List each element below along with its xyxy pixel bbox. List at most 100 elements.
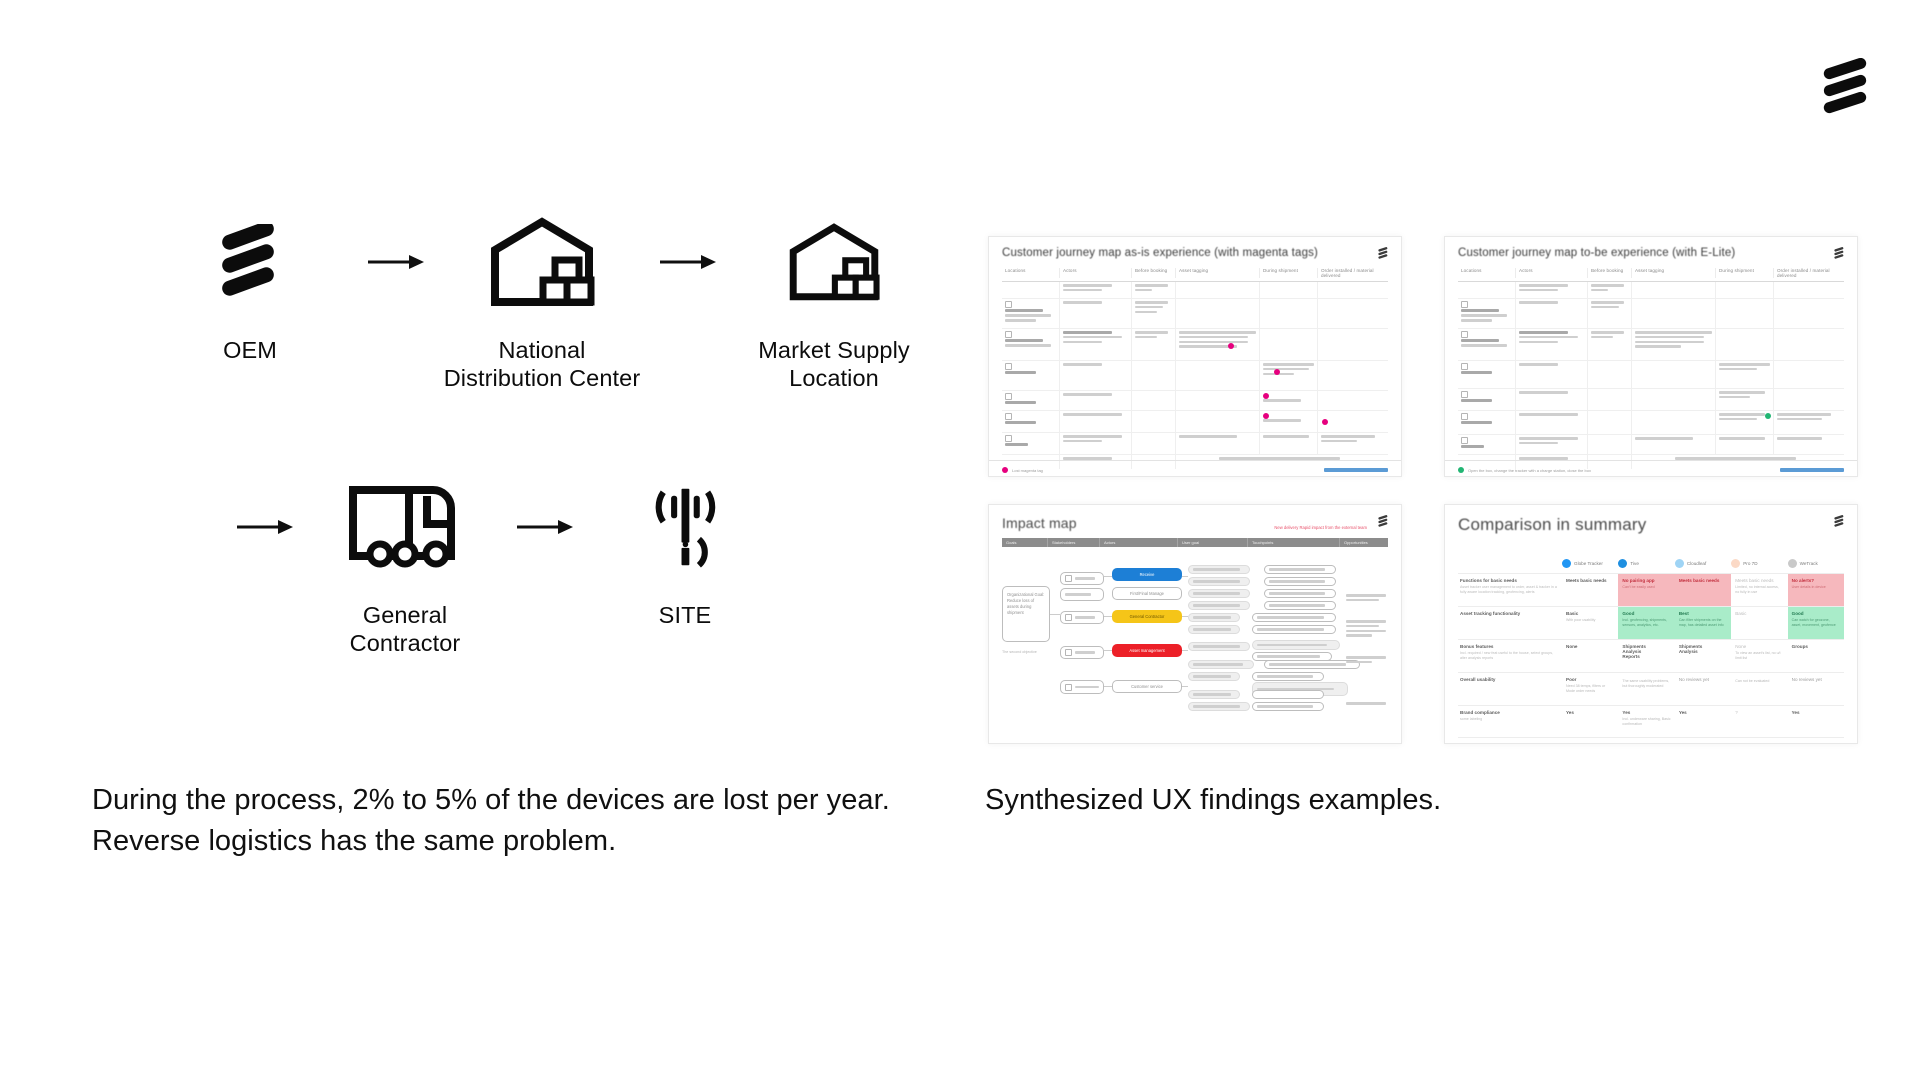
- impact-opportunity-text: [1346, 620, 1390, 639]
- flow-node-market-supply-location: Market Supply Location: [734, 210, 934, 393]
- thumbnail-comparison-summary[interactable]: Comparison in summary Globe Tracker Tive: [1444, 504, 1858, 744]
- impact-map-canvas: Organizational Goal: Reduce loss of asse…: [1002, 554, 1388, 714]
- column-header: Actors: [1060, 268, 1132, 278]
- impact-actor-node-customer-service: Customer service: [1112, 680, 1182, 693]
- thumbnail-impact-map[interactable]: Impact map New delivery Rapid impact fro…: [988, 504, 1402, 744]
- flow-node-general-contractor: General Contractor: [305, 475, 505, 658]
- table-cell: Poor Need 38 temps, filters or Mode order…: [1566, 677, 1606, 693]
- journey-map-legend: Open the box, change the tracker with a …: [1445, 460, 1857, 476]
- impact-usergoal-node: [1188, 601, 1250, 610]
- impact-stakeholder-node: [1060, 611, 1104, 624]
- impact-usergoal-node: [1188, 565, 1250, 574]
- impact-touchpoint-node: [1264, 589, 1336, 598]
- warehouse-icon: [489, 210, 595, 314]
- impact-map-note: New delivery Rapid impact from the exter…: [1274, 525, 1367, 530]
- journey-map-table: Locations Actors Before booking Asset ta…: [1458, 268, 1844, 469]
- flow-row-upstream: OEM National Distribution Center Market …: [150, 210, 934, 393]
- thumbnail-journey-map-as-is[interactable]: Customer journey map as-is experience (w…: [988, 236, 1402, 477]
- table-row: [1002, 391, 1388, 411]
- column-header: Asset tagging: [1632, 268, 1716, 278]
- footer-link[interactable]: [1324, 468, 1388, 472]
- ericsson-logo-icon: [1378, 514, 1389, 527]
- green-tag-marker: [1765, 413, 1771, 419]
- footer-link[interactable]: [1780, 468, 1844, 472]
- thumbnail-title: Comparison in summary: [1458, 515, 1647, 534]
- table-header-row: Locations Actors Before booking Asset ta…: [1458, 268, 1844, 282]
- column-header: Touchpoints: [1248, 538, 1340, 547]
- flow-node-label: SITE: [658, 602, 712, 628]
- magenta-tag-marker: [1263, 393, 1269, 399]
- arrow-right-icon: [225, 475, 305, 579]
- thumbnail-title: Customer journey map to-be experience (w…: [1458, 247, 1736, 259]
- impact-usergoal-node: [1188, 577, 1250, 586]
- table-row: Bonus features Incl. required / new feat…: [1458, 639, 1844, 672]
- row-label: Asset tracking functionality: [1460, 611, 1521, 616]
- flow-node-label: General Contractor: [349, 602, 461, 657]
- legend-label: Open the box, change the tracker with a …: [1468, 467, 1591, 473]
- impact-stakeholder-node: [1060, 680, 1104, 694]
- column-header: Opportunities: [1344, 540, 1368, 545]
- column-header: Locations: [1458, 268, 1516, 278]
- table-cell: ?: [1735, 710, 1738, 715]
- product-logo-icon: [1787, 558, 1797, 568]
- table-cell: None: [1566, 644, 1578, 649]
- comparison-table: Globe Tracker Tive Cloudleaf Pro 7D WeTr…: [1458, 553, 1845, 738]
- table-row: [1002, 282, 1388, 299]
- table-cell: Meets basic needs: [1566, 578, 1607, 583]
- arrow-right-icon: [505, 475, 585, 579]
- impact-usergoal-node: [1188, 613, 1240, 622]
- table-row: Functions for basic needs Asset tracker …: [1458, 573, 1845, 606]
- row-sublabel: Incl. required / new feat useful to the …: [1460, 650, 1554, 660]
- table-cell: Basic With poor usability: [1566, 611, 1596, 622]
- product-header: Globe Tracker: [1562, 558, 1618, 568]
- magenta-tag-marker: [1263, 413, 1269, 419]
- table-cell: Groups: [1791, 644, 1808, 649]
- row-label: Bonus features: [1460, 644, 1494, 649]
- column-header: Actors: [1100, 538, 1178, 547]
- product-header: Pro 7D: [1731, 558, 1787, 568]
- column-header: During shipment: [1716, 268, 1774, 278]
- table-row: [1002, 329, 1388, 361]
- table-row: [1458, 299, 1844, 329]
- impact-usergoal-node: [1188, 625, 1240, 634]
- column-header: Goals: [1002, 538, 1048, 547]
- product-header: Tive: [1618, 558, 1674, 568]
- warehouse-icon: [788, 210, 880, 314]
- thumbnail-journey-map-to-be[interactable]: Customer journey map to-be experience (w…: [1444, 236, 1858, 477]
- table-cell: Can not be evaluated: [1735, 678, 1770, 683]
- flow-node-oem: OEM: [150, 210, 350, 364]
- impact-usergoal-node: [1188, 660, 1254, 669]
- magenta-tag-marker: [1274, 369, 1280, 375]
- arrow-right-icon: [642, 210, 734, 314]
- table-cell: Yes: [1678, 710, 1687, 715]
- table-row: Overall usability Poor Need 38 temps, fil…: [1458, 672, 1844, 705]
- magenta-tag-marker: [1322, 419, 1328, 425]
- ericsson-logo-icon: [1834, 514, 1845, 527]
- row-sublabel: Asset tracker user management to order, …: [1460, 584, 1557, 594]
- product-header: Cloudleaf: [1674, 558, 1731, 568]
- product-header: WeTrack: [1787, 558, 1844, 568]
- impact-stakeholder-node: [1060, 572, 1104, 585]
- column-header: Asset tagging: [1176, 268, 1260, 278]
- impact-goal-note: The second objective: [1002, 650, 1037, 654]
- caption-left: During the process, 2% to 5% of the devi…: [92, 784, 890, 858]
- journey-map-table: Locations Actors Before booking Asset ta…: [1002, 268, 1388, 469]
- impact-map-header-bar: Goals Stakeholders Actors User goal Touc…: [1002, 538, 1388, 547]
- truck-icon: [347, 475, 463, 579]
- impact-touchpoint-node: [1264, 565, 1336, 574]
- impact-usergoal-node: [1188, 702, 1250, 711]
- supply-chain-flow-diagram: OEM National Distribution Center Market …: [0, 210, 960, 730]
- table-cell: Basic: [1735, 611, 1747, 616]
- table-cell: Good Can watch for geozone, asset, moveme…: [1787, 607, 1845, 639]
- table-header-row: Globe Tracker Tive Cloudleaf Pro 7D WeTr…: [1458, 553, 1844, 573]
- table-row: [1002, 299, 1388, 329]
- impact-touchpoint-node: [1252, 640, 1340, 650]
- impact-opportunity-text: [1346, 702, 1390, 707]
- impact-touchpoint-node: [1264, 577, 1336, 586]
- ericsson-logo-icon: [219, 210, 281, 314]
- column-header: Before booking: [1588, 268, 1632, 278]
- impact-usergoal-node: [1188, 642, 1250, 651]
- table-cell: No reviews yet: [1678, 677, 1709, 682]
- table-row: [1002, 411, 1388, 433]
- impact-actor-node-asset-management: Asset management: [1112, 644, 1182, 657]
